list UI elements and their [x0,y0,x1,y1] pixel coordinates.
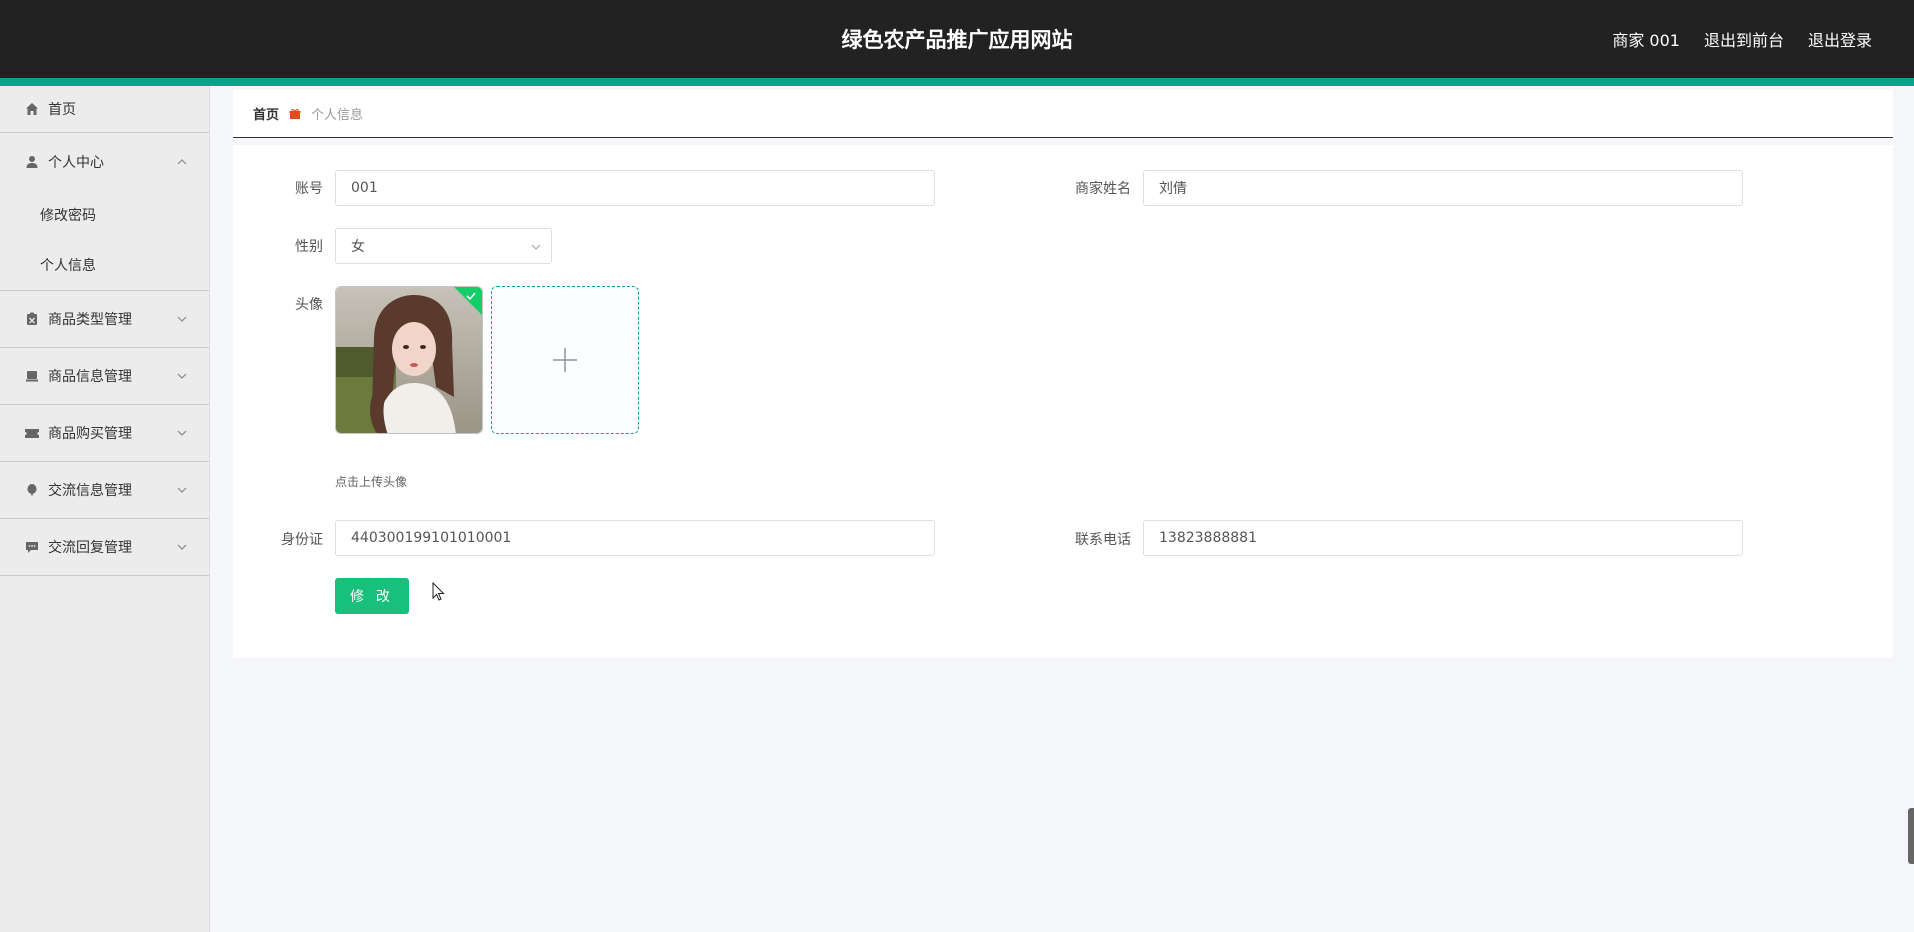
id-card-input[interactable]: 440300199101010001 [335,520,935,556]
merchant-account-link[interactable]: 商家 001 [1612,27,1680,51]
sidebar-item-label: 个人中心 [48,154,104,171]
chevron-up-icon [177,158,187,164]
breadcrumb-current: 个人信息 [311,108,364,123]
modify-button[interactable]: 修 改 [335,578,409,614]
phone-label: 联系电话 [1075,532,1131,548]
gender-select[interactable]: 女 [335,228,552,264]
scrollbar-handle[interactable] [1908,808,1914,864]
box-icon [24,368,40,384]
exit-to-frontend-link[interactable]: 退出到前台 [1704,27,1784,51]
id-card-label: 身份证 [281,532,323,548]
avatar-upload-tip: 点击上传头像 [335,475,408,489]
sidebar: 首页 个人中心 修改密码 个人信息 商品类型管理 商品信息管理 商品购买管理 交… [0,86,210,932]
sidebar-item-product-purchase[interactable]: 商品购买管理 [0,405,209,462]
sidebar-item-change-password[interactable]: 修改密码 [0,190,209,240]
mouse-cursor-icon [432,582,445,601]
account-input[interactable]: 001 [335,170,935,206]
sidebar-item-exchange-reply[interactable]: 交流回复管理 [0,519,209,576]
header-accent-bar [0,78,1914,86]
avatar-upload-button[interactable] [491,286,639,434]
chevron-down-icon [177,487,187,493]
sidebar-item-product-type[interactable]: 商品类型管理 [0,291,209,348]
avatar-label: 头像 [295,297,323,313]
chevron-down-icon [177,373,187,379]
sidebar-item-exchange-info[interactable]: 交流信息管理 [0,462,209,519]
gift-icon [289,108,301,120]
clipboard-icon [24,311,40,327]
breadcrumb: 首页 个人信息 [233,90,1893,138]
sidebar-item-label: 商品信息管理 [48,369,132,385]
sidebar-item-product-info[interactable]: 商品信息管理 [0,348,209,405]
merchant-name-label: 商家姓名 [1075,181,1131,197]
chevron-down-icon [177,544,187,550]
check-icon [466,292,476,301]
personal-center-submenu: 修改密码 个人信息 [0,190,209,291]
balloon-icon [24,482,40,498]
ticket-icon [24,425,40,441]
home-icon [24,101,40,117]
sidebar-item-label: 首页 [48,102,76,118]
sidebar-item-label: 商品类型管理 [48,312,132,328]
chat-icon [24,539,40,555]
sidebar-item-label: 交流信息管理 [48,483,132,499]
chevron-down-icon [177,430,187,436]
plus-icon [553,348,577,372]
phone-input[interactable]: 13823888881 [1143,520,1743,556]
gender-label: 性别 [295,239,323,255]
sidebar-item-label: 商品购买管理 [48,426,132,442]
top-header: 绿色农产品推广应用网站 商家 001 退出到前台 退出登录 [0,0,1914,78]
avatar-photo [336,287,482,433]
breadcrumb-home[interactable]: 首页 [253,104,279,123]
chevron-down-icon [531,244,541,250]
sidebar-item-home[interactable]: 首页 [0,86,209,133]
header-links: 商家 001 退出到前台 退出登录 [1612,27,1872,51]
avatar-thumbnail[interactable] [335,286,483,434]
sidebar-item-personal-center[interactable]: 个人中心 [0,133,209,190]
logout-link[interactable]: 退出登录 [1808,27,1872,51]
sidebar-item-label: 交流回复管理 [48,540,132,556]
merchant-name-input[interactable]: 刘倩 [1143,170,1743,206]
user-icon [24,154,40,170]
account-label: 账号 [295,181,323,197]
gender-selected-value: 女 [351,239,365,255]
sidebar-item-personal-info[interactable]: 个人信息 [0,240,209,290]
chevron-down-icon [177,316,187,322]
